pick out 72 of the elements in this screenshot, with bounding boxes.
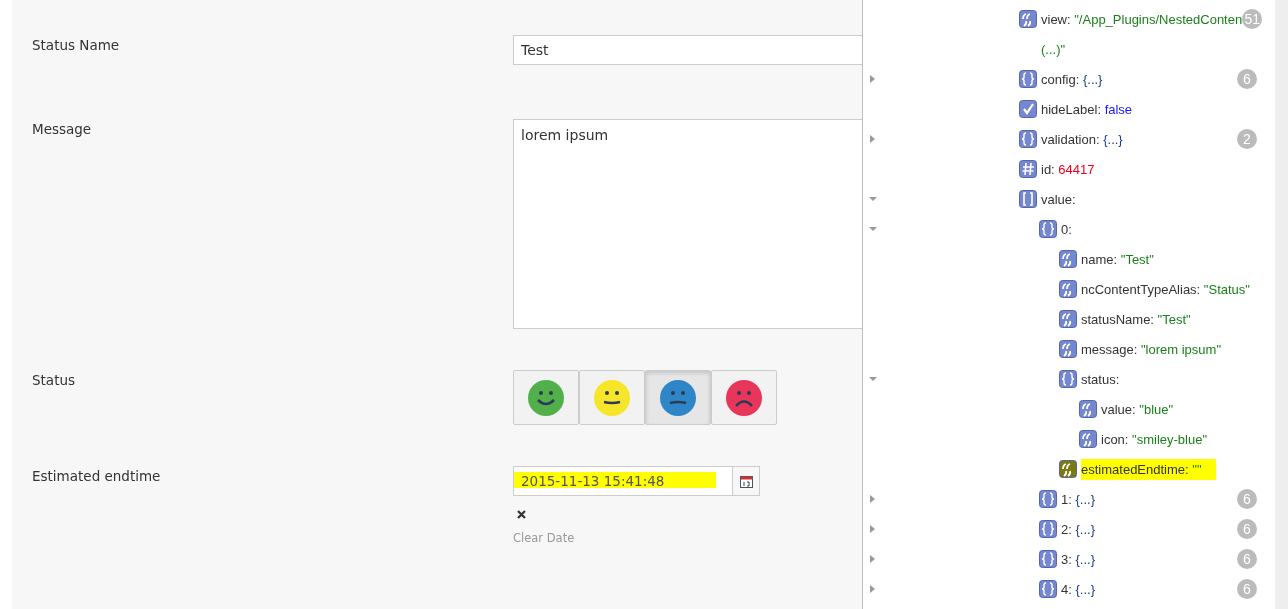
string-type-icon <box>1019 10 1037 28</box>
count-badge: 6 <box>1237 489 1257 509</box>
field-label: Status <box>32 371 77 390</box>
object-type-icon <box>1039 580 1057 598</box>
smiley-face-icon <box>660 379 696 416</box>
count-badge: 51 <box>1242 9 1263 29</box>
status-option[interactable] <box>513 370 579 425</box>
calendar-icon <box>739 474 753 488</box>
collapsed-arrow-icon[interactable] <box>869 135 877 143</box>
smiley-face-icon <box>726 379 762 416</box>
tree-entry: validation: {...} <box>1041 131 1123 147</box>
collapsed-arrow-icon[interactable] <box>869 495 877 503</box>
count-badge: 2 <box>1237 129 1257 149</box>
field-label: Message <box>32 120 93 139</box>
calendar-button[interactable] <box>732 467 759 495</box>
tree-entry: 3: {...} <box>1061 551 1095 567</box>
object-type-icon <box>1019 130 1037 148</box>
collapsed-arrow-icon[interactable] <box>869 525 877 533</box>
tree-entry: view: "/App_Plugins/NestedConten <box>1041 11 1243 27</box>
object-type-icon <box>1039 520 1057 538</box>
string-type-icon <box>1079 430 1097 448</box>
string-type-icon <box>1059 250 1077 268</box>
count-badge: 6 <box>1237 69 1257 89</box>
tree-entry: name: "Test" <box>1081 251 1154 267</box>
object-type-icon <box>1039 490 1057 508</box>
tree-entry: config: {...} <box>1041 71 1103 87</box>
object-type-icon <box>1039 550 1057 568</box>
tree-entry: value: "blue" <box>1101 401 1174 417</box>
status-name-field[interactable]: Test <box>513 35 862 65</box>
collapsed-arrow-icon[interactable] <box>869 75 877 83</box>
number-type-icon <box>1019 160 1037 178</box>
field-label: Estimated endtime <box>32 467 162 486</box>
boolean-type-icon <box>1019 100 1037 118</box>
tree-entry: message: "lorem ipsum" <box>1081 341 1222 357</box>
status-option[interactable] <box>711 370 777 425</box>
message-field[interactable]: lorem ipsum <box>513 119 862 329</box>
tree-entry: value: <box>1041 191 1076 207</box>
object-type-icon <box>1059 370 1077 388</box>
object-type-icon <box>1019 70 1037 88</box>
date-field[interactable]: 2015-11-13 15:41:48 <box>513 466 760 496</box>
string-type-icon <box>1079 400 1097 418</box>
smiley-face-icon <box>528 379 564 416</box>
clear-icon[interactable] <box>517 510 526 519</box>
tree-entry: ncContentTypeAlias: "Status" <box>1081 281 1250 297</box>
tree-entry: 0: <box>1061 221 1072 237</box>
array-type-icon <box>1019 190 1037 208</box>
expanded-arrow-icon[interactable] <box>869 225 877 233</box>
string-type-icon <box>1059 340 1077 358</box>
status-option[interactable] <box>645 370 711 425</box>
object-type-icon <box>1039 220 1057 238</box>
string-type-icon <box>1059 280 1077 298</box>
smiley-face-icon <box>594 379 630 416</box>
tree-entry: icon: "smiley-blue" <box>1101 431 1208 447</box>
expanded-arrow-icon[interactable] <box>869 375 877 383</box>
tree-entry: hideLabel: false <box>1041 101 1133 117</box>
tree-entry: 1: {...} <box>1061 491 1095 507</box>
count-badge: 6 <box>1237 549 1257 569</box>
string-type-icon <box>1059 310 1077 328</box>
tree-entry: id: 64417 <box>1041 161 1095 177</box>
tree-entry: statusName: "Test" <box>1081 311 1191 327</box>
collapsed-arrow-icon[interactable] <box>869 585 877 593</box>
tree-entry: 4: {...} <box>1061 581 1095 597</box>
field-label: Status Name <box>32 36 121 55</box>
tree-entry: 2: {...} <box>1061 521 1095 537</box>
count-badge: 6 <box>1237 579 1257 599</box>
collapsed-arrow-icon[interactable] <box>869 555 877 563</box>
count-badge: 6 <box>1237 519 1257 539</box>
string-type-icon <box>1059 460 1077 478</box>
tree-entry: estimatedEndtime: "" <box>1081 458 1216 480</box>
tree-value-continued: (...)" <box>1041 41 1066 57</box>
tree-entry: status: <box>1081 371 1120 387</box>
expanded-arrow-icon[interactable] <box>869 195 877 203</box>
